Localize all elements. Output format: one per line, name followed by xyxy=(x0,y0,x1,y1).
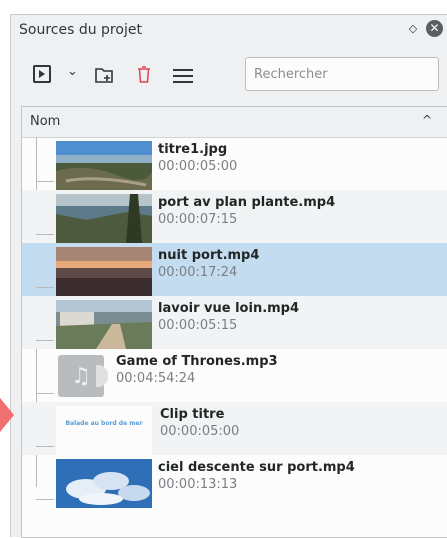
tree-branch xyxy=(36,499,54,500)
clip-name: Game of Thrones.mp3 xyxy=(116,354,278,369)
list-item[interactable]: nuit port.mp4 00:00:17:24 xyxy=(22,243,447,296)
list-item[interactable]: titre1.jpg 00:00:05:00 xyxy=(22,137,447,190)
clip-duration: 00:00:05:00 xyxy=(158,159,238,174)
clip-duration: 00:00:13:13 xyxy=(158,477,238,492)
hamburger-menu-icon[interactable] xyxy=(173,69,193,89)
chevron-down-icon[interactable]: ⌄ xyxy=(67,64,78,84)
panel-titlebar: Sources du projet ◇ ✕ xyxy=(11,15,447,45)
clip-name: titre1.jpg xyxy=(158,142,228,157)
clip-duration: 00:04:54:24 xyxy=(116,371,196,386)
clip-thumbnail xyxy=(56,300,152,349)
sort-ascending-icon[interactable]: ^ xyxy=(422,113,432,127)
column-header-name[interactable]: Nom xyxy=(30,114,60,129)
clip-name: lavoir vue loin.mp4 xyxy=(158,301,300,316)
clip-duration: 00:00:05:00 xyxy=(160,424,240,439)
add-clip-icon[interactable] xyxy=(33,65,51,83)
title-clip-thumbnail: Balade au bord de mer xyxy=(56,406,152,455)
tree-branch xyxy=(36,446,54,447)
tree-branch xyxy=(36,340,54,341)
pointer-arrow xyxy=(0,398,14,432)
add-folder-icon[interactable] xyxy=(95,67,113,83)
float-panel-icon[interactable]: ◇ xyxy=(407,23,419,35)
clip-thumbnail xyxy=(56,247,152,296)
clip-name: ciel descente sur port.mp4 xyxy=(158,460,355,475)
music-note-icon: ♫ xyxy=(71,363,91,389)
clip-thumbnail xyxy=(56,459,152,508)
panel-title: Sources du projet xyxy=(19,22,142,38)
clip-thumbnail xyxy=(56,194,152,243)
tree-branch xyxy=(36,181,54,182)
list-item[interactable]: ♫ Game of Thrones.mp3 00:04:54:24 xyxy=(22,349,447,402)
list-item[interactable]: lavoir vue loin.mp4 00:00:05:15 xyxy=(22,296,447,349)
list-item[interactable]: ciel descente sur port.mp4 00:00:13:13 xyxy=(22,455,447,508)
clip-list[interactable]: Nom ^ titre1.jpg 00:00:05:00 port av pla… xyxy=(21,106,447,538)
delete-icon[interactable] xyxy=(137,66,151,83)
list-header[interactable]: Nom ^ xyxy=(22,107,447,138)
tree-branch xyxy=(36,393,54,394)
clip-thumbnail xyxy=(56,141,152,190)
clip-name: Clip titre xyxy=(160,407,225,422)
clip-duration: 00:00:05:15 xyxy=(158,318,238,333)
clip-name: port av plan plante.mp4 xyxy=(158,195,336,210)
clip-name: nuit port.mp4 xyxy=(158,248,260,263)
close-panel-icon[interactable]: ✕ xyxy=(426,20,443,37)
clip-duration: 00:00:07:15 xyxy=(158,212,238,227)
clip-duration: 00:00:17:24 xyxy=(158,265,238,280)
list-item[interactable]: port av plan plante.mp4 00:00:07:15 xyxy=(22,190,447,243)
tree-branch xyxy=(36,234,54,235)
project-bin-panel: Sources du projet ◇ ✕ ⌄ Nom ^ xyxy=(10,14,447,538)
list-item[interactable]: Balade au bord de mer Clip titre 00:00:0… xyxy=(22,402,447,455)
audio-thumbnail-tab xyxy=(96,365,108,387)
tree-branch xyxy=(36,287,54,288)
bin-toolbar: ⌄ xyxy=(11,53,447,97)
search-input[interactable] xyxy=(245,57,439,91)
